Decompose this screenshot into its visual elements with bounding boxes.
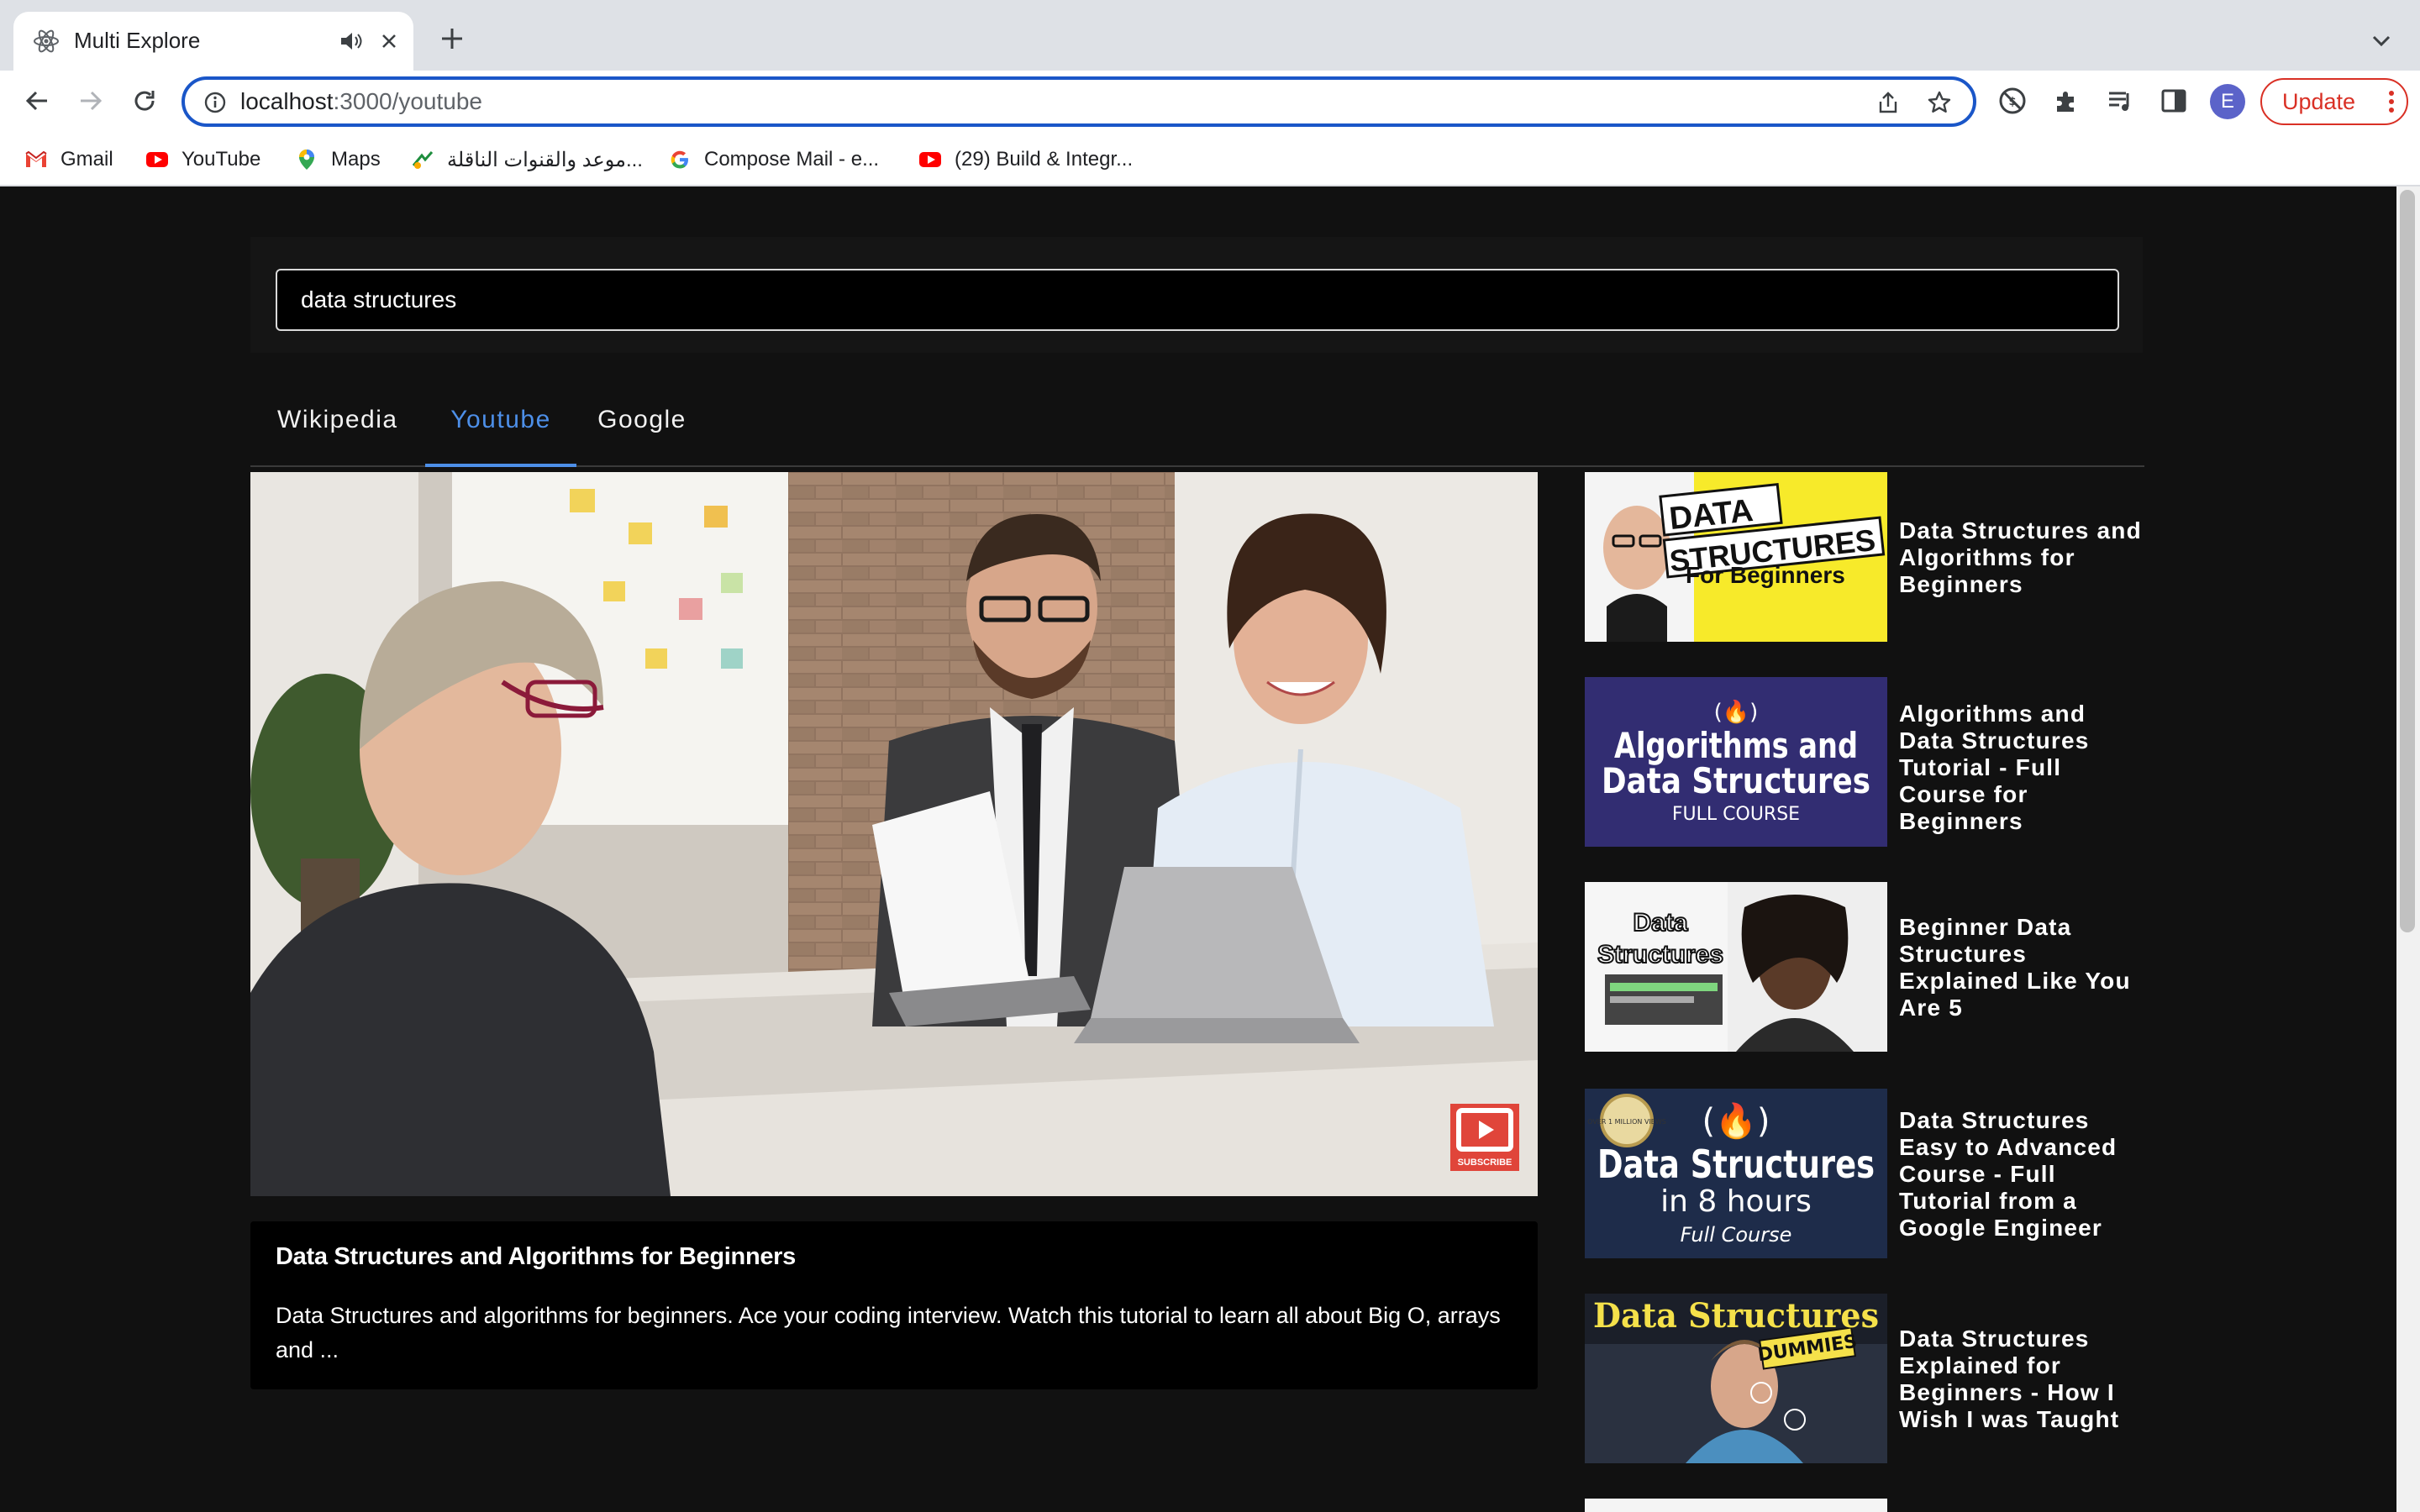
- bookmark-label: (29) Build & Integr...: [955, 148, 1134, 171]
- url-text: localhost:3000/youtube: [240, 88, 482, 115]
- bookmark-gmail[interactable]: Gmail: [24, 146, 113, 173]
- thumb-text: For Beginners: [1686, 562, 1845, 588]
- media-queue-icon[interactable]: [2104, 85, 2136, 117]
- youtube-icon: [919, 152, 941, 167]
- svg-text:$: $: [2008, 96, 2016, 108]
- thumb-text: in 8 hours: [1660, 1184, 1812, 1219]
- related-video-title[interactable]: Algorithms and Data Structures Tutorial …: [1899, 701, 2144, 835]
- related-video-thumbnail[interactable]: OVER 1 MILLION VIEWS (🔥) Data Structures…: [1585, 1089, 1887, 1258]
- tab-title: Multi Explore: [74, 28, 201, 53]
- side-panel-icon[interactable]: [2158, 85, 2190, 117]
- thumb-text: Data Structures: [1593, 1296, 1879, 1336]
- related-video-title[interactable]: Data Structures Explained for Beginners …: [1899, 1326, 2144, 1433]
- scrollbar-thumb[interactable]: [2400, 190, 2415, 932]
- thumbnail-image: DATA STRUCTURES For Beginners: [1585, 472, 1887, 642]
- bookmark-youtube[interactable]: YouTube: [145, 146, 260, 173]
- browser-tab[interactable]: Multi Explore: [13, 12, 413, 71]
- main-video-title[interactable]: Data Structures and Algorithms for Begin…: [276, 1243, 796, 1271]
- bookmark-build-integrate[interactable]: (29) Build & Integr...: [918, 146, 1133, 173]
- main-video-description: Data Structures and algorithms for begin…: [276, 1303, 1501, 1362]
- thumb-text: (🔥): [1702, 1101, 1770, 1141]
- thumb-text: (🔥): [1714, 699, 1759, 725]
- related-video-thumbnail[interactable]: Data Structures: [1585, 882, 1887, 1052]
- atom-icon: [34, 29, 59, 53]
- tab-google[interactable]: Google: [576, 380, 708, 467]
- bookmark-label: Gmail: [60, 148, 113, 171]
- related-video[interactable]: (🔥) Algorithms and Data Structures FULL …: [1585, 677, 2144, 847]
- page-content: Wikipedia Youtube Google: [0, 186, 2420, 1512]
- chevron-down-icon[interactable]: [2366, 25, 2396, 55]
- office-scene-image: [250, 472, 1538, 1196]
- tab-youtube[interactable]: Youtube: [425, 380, 576, 467]
- profile-avatar[interactable]: E: [2210, 84, 2245, 119]
- sports-icon: [412, 151, 434, 169]
- related-video-title[interactable]: Beginner Data Structures Explained Like …: [1899, 914, 2144, 1021]
- related-video-thumbnail[interactable]: DUMMIES Data Structures: [1585, 1294, 1887, 1463]
- bookmark-sports[interactable]: موعد والقنوات الناقلة...: [410, 146, 643, 173]
- tab-wikipedia[interactable]: Wikipedia: [250, 380, 425, 467]
- thumb-text: Structures: [1597, 941, 1723, 969]
- url-path: :3000/youtube: [333, 88, 483, 114]
- thumb-text: FULL COURSE: [1672, 804, 1800, 825]
- youtube-icon: [146, 152, 168, 167]
- subscribe-label: SUBSCRIBE: [1457, 1158, 1512, 1168]
- url-host: localhost: [240, 88, 334, 114]
- bookmark-star-icon[interactable]: [1926, 89, 1953, 116]
- related-video-partial[interactable]: [1585, 1499, 2144, 1512]
- related-video-title[interactable]: Data Structures Easy to Advanced Course …: [1899, 1107, 2144, 1242]
- related-video-thumbnail[interactable]: DATA STRUCTURES For Beginners: [1585, 472, 1887, 642]
- reload-icon[interactable]: [128, 84, 161, 118]
- source-tabs: Wikipedia Youtube Google: [250, 380, 2144, 467]
- thumbnail-image: OVER 1 MILLION VIEWS (🔥) Data Structures…: [1585, 1089, 1887, 1258]
- back-icon[interactable]: [20, 84, 54, 118]
- thumbnail-image: DUMMIES Data Structures: [1585, 1294, 1887, 1463]
- search-panel: [250, 237, 2143, 353]
- bookmark-label: YouTube: [182, 148, 261, 171]
- thumb-text: Data: [1633, 909, 1687, 937]
- related-video-thumbnail[interactable]: (🔥) Algorithms and Data Structures FULL …: [1585, 677, 1887, 847]
- search-input[interactable]: [276, 269, 2119, 331]
- thumbnail-image: (🔥) Algorithms and Data Structures FULL …: [1585, 677, 1887, 847]
- tab-strip: Multi Explore: [0, 0, 2420, 71]
- speaker-icon[interactable]: [338, 29, 363, 54]
- related-video[interactable]: DATA STRUCTURES For Beginners Data Struc…: [1585, 472, 2144, 642]
- main-video-thumbnail[interactable]: SUBSCRIBE: [250, 472, 1538, 1196]
- gmail-icon: [25, 150, 47, 167]
- address-bar[interactable]: localhost:3000/youtube: [182, 76, 1976, 127]
- forward-icon[interactable]: [74, 84, 108, 118]
- puzzle-icon[interactable]: [2050, 85, 2082, 117]
- main-video-info: Data Structures and Algorithms for Begin…: [250, 1221, 1538, 1389]
- close-icon[interactable]: [375, 27, 403, 55]
- bookmarks-bar: Gmail YouTube Maps موعد والقنوات الناقلة…: [0, 133, 2420, 186]
- new-tab-icon[interactable]: [437, 24, 467, 54]
- thumb-text: Full Course: [1681, 1223, 1792, 1247]
- maps-icon: [299, 150, 314, 170]
- bookmark-label: موعد والقنوات الناقلة...: [447, 148, 643, 171]
- related-video[interactable]: Data Structures Beginner Data Structures…: [1585, 882, 2144, 1052]
- bookmark-maps[interactable]: Maps: [294, 146, 381, 173]
- google-icon: [671, 150, 688, 169]
- thumbnail-image: Data Structures: [1585, 882, 1887, 1052]
- bookmark-label: Maps: [331, 148, 381, 171]
- extension-block-icon[interactable]: $: [1996, 85, 2028, 117]
- thumb-text: Data Structures: [1602, 760, 1870, 801]
- browser-toolbar: localhost:3000/youtube $ E Update: [0, 71, 2420, 133]
- thumb-text: Data Structures: [1597, 1142, 1875, 1187]
- related-video[interactable]: DUMMIES Data Structures Data Structures …: [1585, 1294, 2144, 1463]
- thumb-text: OVER 1 MILLION VIEWS: [1587, 1118, 1666, 1126]
- related-video[interactable]: OVER 1 MILLION VIEWS (🔥) Data Structures…: [1585, 1089, 2144, 1258]
- info-icon[interactable]: [203, 91, 227, 114]
- share-icon[interactable]: [1876, 90, 1901, 115]
- bookmark-label: Compose Mail - e...: [704, 148, 880, 171]
- bookmark-compose-mail[interactable]: Compose Mail - e...: [667, 146, 879, 173]
- related-video-title[interactable]: Data Structures and Algorithms for Begin…: [1899, 517, 2144, 598]
- more-vert-icon: [2389, 91, 2394, 113]
- related-video-thumbnail[interactable]: [1585, 1499, 1887, 1512]
- update-label: Update: [2282, 89, 2356, 114]
- subscribe-badge[interactable]: SUBSCRIBE: [1450, 1104, 1519, 1171]
- update-button[interactable]: Update: [2260, 78, 2408, 125]
